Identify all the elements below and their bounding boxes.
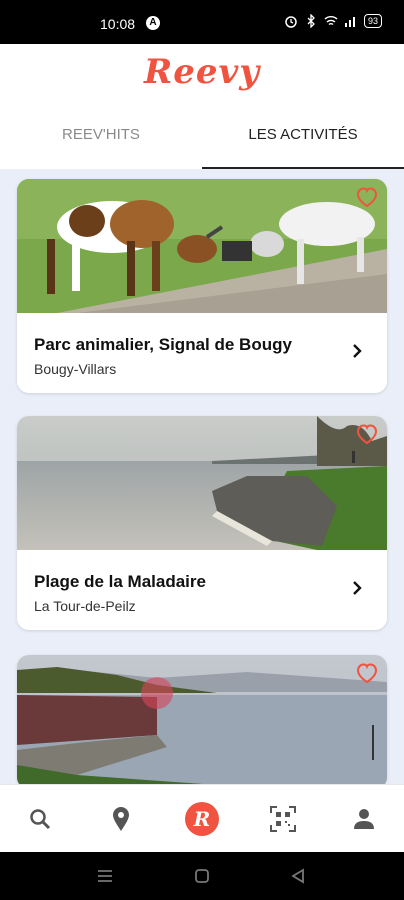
nav-profile-button[interactable] xyxy=(344,799,384,839)
chevron-right-icon[interactable] xyxy=(349,580,365,596)
signal-icon xyxy=(344,17,355,27)
activity-photo xyxy=(17,416,387,550)
activity-title: Plage de la Maladaire xyxy=(34,572,206,591)
search-icon xyxy=(30,809,51,830)
reevy-logo-icon: R xyxy=(184,802,219,836)
home-icon[interactable] xyxy=(194,868,210,884)
activity-list[interactable]: Parc animalier, Signal de Bougy Bougy-Vi… xyxy=(0,169,404,784)
chevron-right-icon[interactable] xyxy=(349,343,365,359)
recent-apps-icon[interactable] xyxy=(96,868,114,884)
app-screen: Reevy REEV'HITS LES ACTIVITÉS Parc anima… xyxy=(0,44,404,852)
status-icons: 93 xyxy=(284,14,382,28)
activity-title: Parc animalier, Signal de Bougy xyxy=(34,335,292,354)
favorite-heart-icon[interactable] xyxy=(355,662,379,684)
favorite-heart-icon[interactable] xyxy=(355,186,379,208)
profile-icon xyxy=(353,809,374,829)
favorite-heart-icon[interactable] xyxy=(355,423,379,445)
back-icon[interactable] xyxy=(290,868,306,884)
nav-search-button[interactable] xyxy=(20,799,60,839)
tab-reevhits[interactable]: REEV'HITS xyxy=(0,116,202,170)
status-time: 10:08 xyxy=(100,16,136,32)
nav-qr-scan-button[interactable] xyxy=(263,799,303,839)
activity-card[interactable]: Parc animalier, Signal de Bougy Bougy-Vi… xyxy=(17,179,387,393)
nav-home-button[interactable]: R xyxy=(182,799,222,839)
wifi-icon xyxy=(324,16,338,26)
tab-les-activites[interactable]: LES ACTIVITÉS xyxy=(202,116,404,170)
activity-photo xyxy=(17,179,387,313)
activity-photo xyxy=(17,655,387,784)
nav-map-button[interactable] xyxy=(101,799,141,839)
qr-scan-icon xyxy=(269,806,296,832)
lake-shore-icon xyxy=(17,416,387,550)
notification-a-icon: A xyxy=(146,16,160,30)
header: Reevy REEV'HITS LES ACTIVITÉS xyxy=(0,44,404,170)
activity-info: Plage de la Maladaire La Tour-de-Peilz xyxy=(17,550,387,630)
activity-card[interactable] xyxy=(17,655,387,784)
tab-bar: REEV'HITS LES ACTIVITÉS xyxy=(0,116,404,170)
battery-icon: 93 xyxy=(363,14,382,28)
status-bar: 10:08 A 93 xyxy=(0,0,404,44)
lake-sunset-icon xyxy=(17,655,387,784)
map-pin-icon xyxy=(113,807,130,831)
reevy-logo: Reevy xyxy=(143,52,261,92)
activity-place: Bougy-Villars xyxy=(34,361,117,377)
activity-card[interactable]: Plage de la Maladaire La Tour-de-Peilz xyxy=(17,416,387,630)
activity-place: La Tour-de-Peilz xyxy=(34,598,136,614)
activity-info: Parc animalier, Signal de Bougy Bougy-Vi… xyxy=(17,313,387,393)
alarm-icon xyxy=(285,16,297,28)
goats-icon xyxy=(17,179,387,313)
system-navigation-bar xyxy=(0,852,404,900)
bluetooth-icon xyxy=(307,14,315,28)
bottom-navigation: R xyxy=(0,784,404,852)
